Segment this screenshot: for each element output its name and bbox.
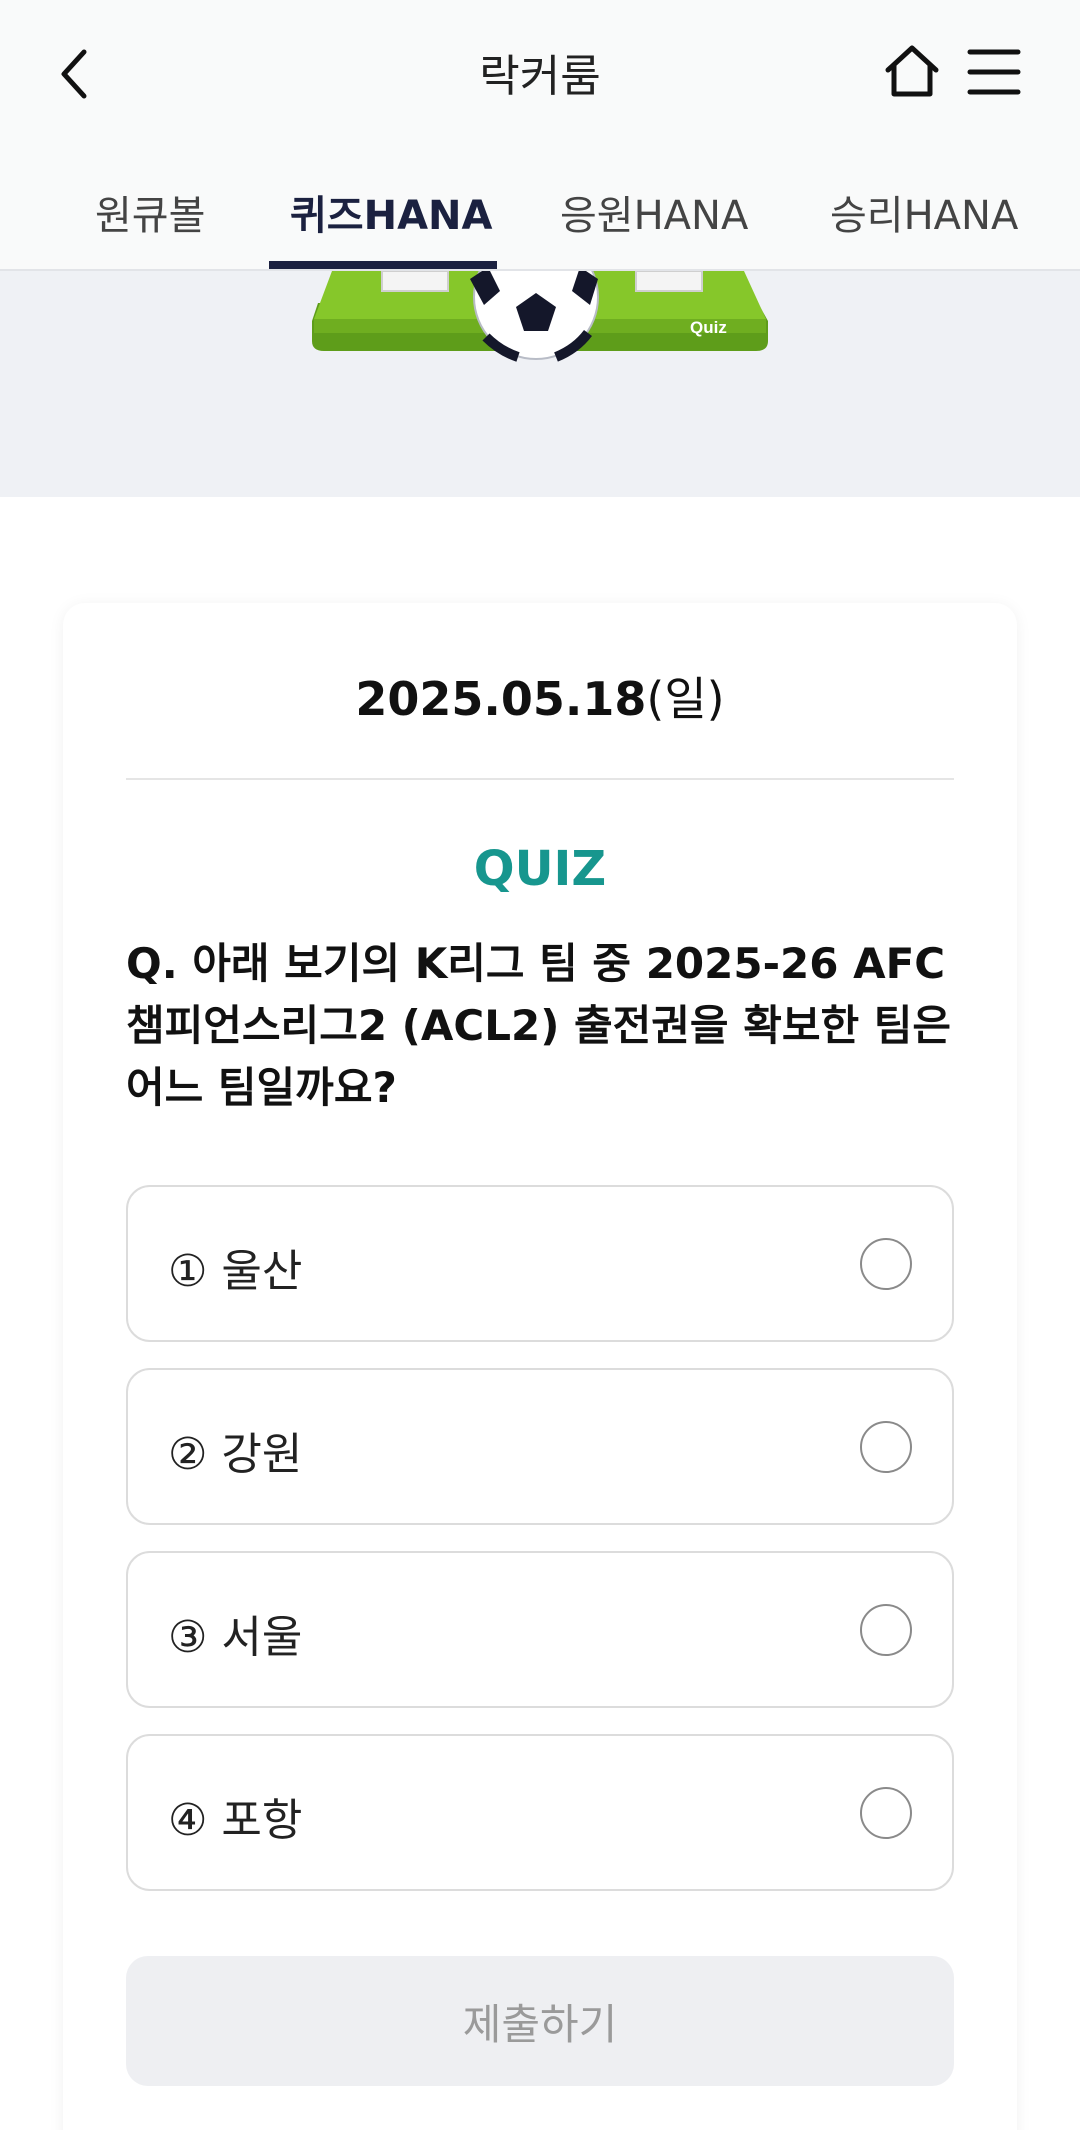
quiz-label: QUIZ	[473, 841, 607, 897]
tab-bar: 원큐볼 퀴즈HANA 응원HANA 승리HANA	[0, 145, 1080, 271]
home-button[interactable]	[882, 40, 942, 104]
active-tab-indicator	[269, 261, 497, 269]
quiz-date-day: (일)	[646, 672, 725, 726]
answer-option-label: ① 울산	[168, 1246, 303, 1297]
radio-button[interactable]	[860, 1787, 912, 1839]
home-icon	[885, 45, 939, 97]
app-header: 락커룸	[0, 0, 1080, 145]
answer-option-1[interactable]: ① 울산	[126, 1185, 954, 1342]
submit-button[interactable]: 제출하기	[126, 1956, 954, 2086]
divider	[126, 778, 954, 780]
answer-option-label: ② 강원	[168, 1429, 303, 1480]
answer-option-2[interactable]: ② 강원	[126, 1368, 954, 1525]
tab-cheer-hana[interactable]: 응원HANA	[560, 183, 748, 241]
answer-option-3[interactable]: ③ 서울	[126, 1551, 954, 1708]
quiz-sign-text: Quiz	[690, 318, 727, 337]
answer-option-label: ③ 서울	[168, 1612, 303, 1663]
quiz-date: 2025.05.18(일)	[63, 663, 1017, 729]
quiz-question: Q. 아래 보기의 K리그 팀 중 2025-26 AFC 챔피언스리그2 (A…	[126, 939, 952, 1112]
tab-quiz-hana[interactable]: 퀴즈HANA	[290, 183, 492, 241]
menu-button[interactable]	[966, 44, 1022, 100]
quiz-banner: Quiz	[0, 271, 1080, 497]
radio-button[interactable]	[860, 1238, 912, 1290]
radio-button[interactable]	[860, 1604, 912, 1656]
tab-victory-hana[interactable]: 승리HANA	[830, 183, 1018, 241]
answer-option-4[interactable]: ④ 포항	[126, 1734, 954, 1891]
quiz-card: 2025.05.18(일) QUIZ Q. 아래 보기의 K리그 팀 중 202…	[63, 603, 1017, 2130]
tab-onecue-ball[interactable]: 원큐볼	[95, 183, 205, 241]
quiz-date-value: 2025.05.18	[355, 672, 647, 726]
soccer-field-illustration: Quiz	[312, 271, 768, 362]
hamburger-menu-icon	[967, 49, 1021, 95]
radio-button[interactable]	[860, 1421, 912, 1473]
answer-option-label: ④ 포항	[168, 1795, 303, 1846]
